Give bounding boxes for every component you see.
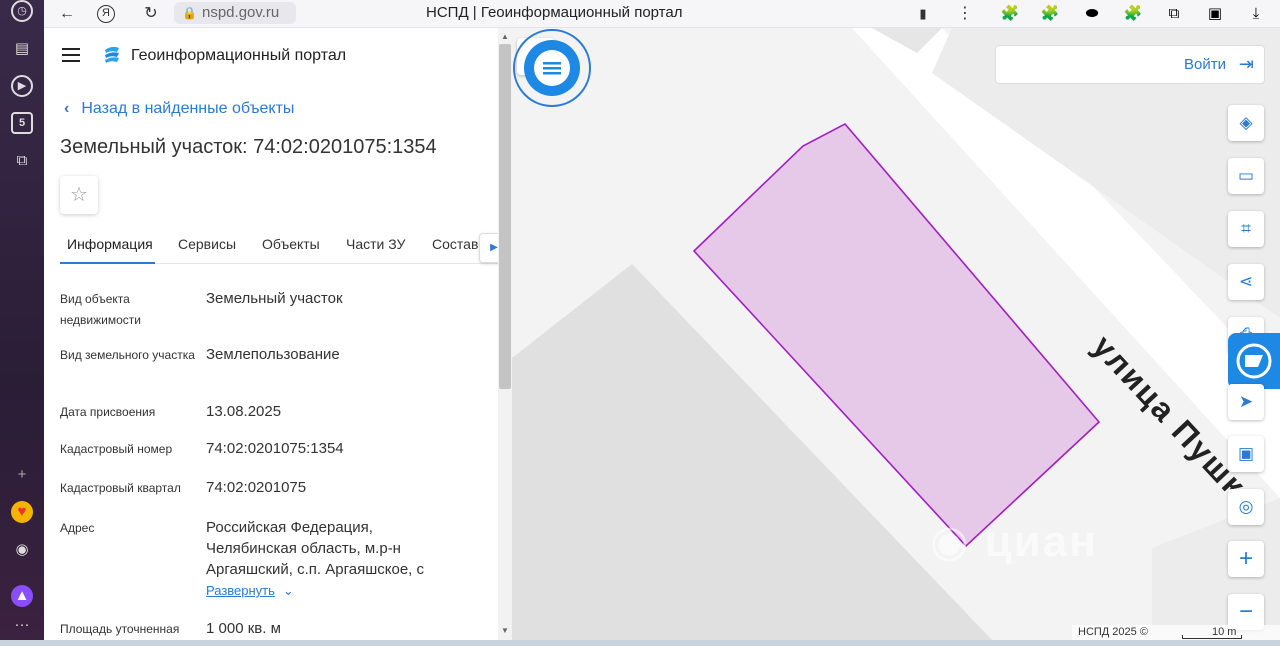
tab-services[interactable]: Сервисы — [178, 236, 236, 252]
menu-dots-icon[interactable]: ⋮ — [954, 3, 976, 25]
screenshot-icon[interactable]: ⧉ — [11, 150, 33, 172]
collections-icon[interactable]: ▤ — [11, 38, 33, 60]
extension-icon[interactable]: ▣ — [1205, 4, 1225, 24]
prop-label: Дата присвоения — [60, 405, 156, 419]
prop-value: Земельный участок — [206, 290, 343, 307]
scroll-down-icon[interactable]: ▼ — [501, 626, 509, 635]
portal-title: Геоинформационный портал — [131, 47, 347, 64]
prop-label: Кадастровый квартал — [60, 481, 181, 495]
minimap-icon[interactable]: ▣ — [1228, 436, 1264, 472]
chevron-down-icon: ⌄ — [282, 583, 294, 598]
object-title: Земельный участок: 74:02:0201075:1354 — [60, 136, 437, 158]
share-icon[interactable]: ⋖ — [1228, 264, 1264, 300]
login-button[interactable]: Войти ⇥ — [995, 45, 1265, 84]
prop-label: Адрес — [60, 521, 95, 535]
layers-icon[interactable]: ◈ — [1228, 105, 1264, 141]
attribution-text: НСПД 2025 © — [1078, 626, 1148, 638]
area-select-icon[interactable]: ⌗ — [1228, 211, 1264, 247]
map-attribution: НСПД 2025 © 10 m — [1072, 625, 1280, 640]
play-icon[interactable]: ▶ — [11, 75, 33, 97]
watermark-logo: ◉ циан — [930, 517, 1098, 566]
tab-information[interactable]: Информация — [67, 236, 153, 252]
prop-label: Вид земельного участка — [60, 348, 195, 362]
more-icon[interactable]: ··· — [11, 614, 33, 636]
back-icon[interactable]: ← — [56, 3, 78, 25]
object-info-panel: Геоинформационный портал ‹ Назад в найден… — [44, 28, 498, 640]
favorite-star-icon[interactable]: ☆ — [60, 176, 98, 214]
prop-value: 1 000 кв. м — [206, 620, 281, 637]
search-location-icon[interactable]: ◎ — [1228, 489, 1264, 525]
login-label: Войти — [1184, 56, 1226, 73]
yandex-icon[interactable]: Я — [97, 5, 115, 23]
address-bar[interactable]: 🔒 nspd.gov.ru — [174, 2, 296, 24]
ruler-icon[interactable]: ▭ — [1228, 158, 1264, 194]
extension-icon[interactable]: 🧩 — [1000, 4, 1020, 24]
panel-scrollbar[interactable]: ▲ ▼ — [498, 28, 512, 640]
browser-toolbar: ← Я ↻ 🔒 nspd.gov.ru НСПД | Геоинформацио… — [44, 0, 1280, 28]
map-canvas — [512, 28, 1280, 640]
map-view[interactable]: ◉ циан улица Пушк « Войти ⇥ ◈ ▭ ⌗ ⋖ ⎙ ➤ … — [512, 28, 1280, 640]
expand-link-label: Развернуть — [206, 583, 275, 598]
url-text: nspd.gov.ru — [202, 4, 280, 21]
add-icon[interactable]: + — [11, 464, 33, 486]
object-tabs: Информация Сервисы Объекты Части ЗУ Сост… — [60, 228, 498, 264]
page-title: НСПД | Геоинформационный портал — [426, 4, 683, 21]
extension-icon[interactable]: 🧩 — [1123, 4, 1143, 24]
scroll-up-icon[interactable]: ▲ — [501, 32, 509, 41]
chevron-left-icon: ‹ — [64, 100, 70, 117]
login-arrow-icon: ⇥ — [1238, 54, 1254, 74]
lock-icon: 🔒 — [182, 6, 197, 20]
back-to-results-link[interactable]: ‹ Назад в найденные объекты — [64, 100, 294, 118]
reload-icon[interactable]: ↻ — [140, 3, 162, 25]
tab-objects[interactable]: Объекты — [262, 236, 320, 252]
extension-icon[interactable]: 🧩 — [1040, 4, 1060, 24]
badge-five-icon[interactable]: 5 — [11, 112, 33, 134]
prop-value: 74:02:0201075:1354 — [206, 440, 344, 457]
expand-address-link[interactable]: Развернуть ⌄ — [206, 583, 294, 599]
prop-value: 13.08.2025 — [206, 403, 282, 420]
prop-label: Площадь уточненная — [60, 622, 180, 636]
extension-icon[interactable]: ⬬ — [1082, 4, 1102, 24]
tabs-scroll-right-icon[interactable]: ▶ — [479, 233, 498, 263]
prop-label: Кадастровый номер — [60, 442, 173, 456]
feedback-widget-icon[interactable] — [1228, 333, 1280, 389]
menu-icon[interactable] — [62, 48, 80, 62]
address-value: Российская Федерация, Челябинская област… — [206, 519, 425, 578]
tab-composition[interactable]: Состав — [432, 236, 478, 252]
messenger-icon[interactable]: ◉ — [11, 539, 33, 561]
bookmark-icon[interactable]: ▮ — [912, 3, 934, 25]
alice-icon[interactable]: ▲ — [11, 585, 33, 607]
back-link-label: Назад в найденные объекты — [81, 100, 295, 117]
os-sidebar: ◷ ▤ ▶ 5 ⧉ + ♥ ◉ ▲ ··· — [0, 0, 44, 646]
prop-label: Вид объекта недвижимости — [60, 292, 141, 327]
geolocation-icon[interactable]: ➤ — [1228, 384, 1264, 420]
download-icon[interactable]: ⤓ — [1246, 4, 1266, 24]
active-tab-indicator — [60, 262, 155, 264]
taskbar-strip — [0, 640, 1280, 646]
zoom-in-icon[interactable]: + — [1228, 541, 1264, 577]
mail-icon[interactable]: ♥ — [11, 501, 33, 523]
chat-icon[interactable] — [512, 28, 592, 108]
prop-value: 74:02:0201075 — [206, 479, 307, 496]
portal-logo-icon — [105, 46, 119, 63]
scroll-thumb[interactable] — [499, 44, 511, 389]
prop-value: Землепользование — [206, 346, 340, 363]
extension-icon[interactable]: ⧉ — [1164, 4, 1184, 24]
history-icon[interactable]: ◷ — [11, 0, 33, 22]
scale-bar — [1182, 635, 1242, 639]
tab-parts[interactable]: Части ЗУ — [346, 236, 405, 252]
